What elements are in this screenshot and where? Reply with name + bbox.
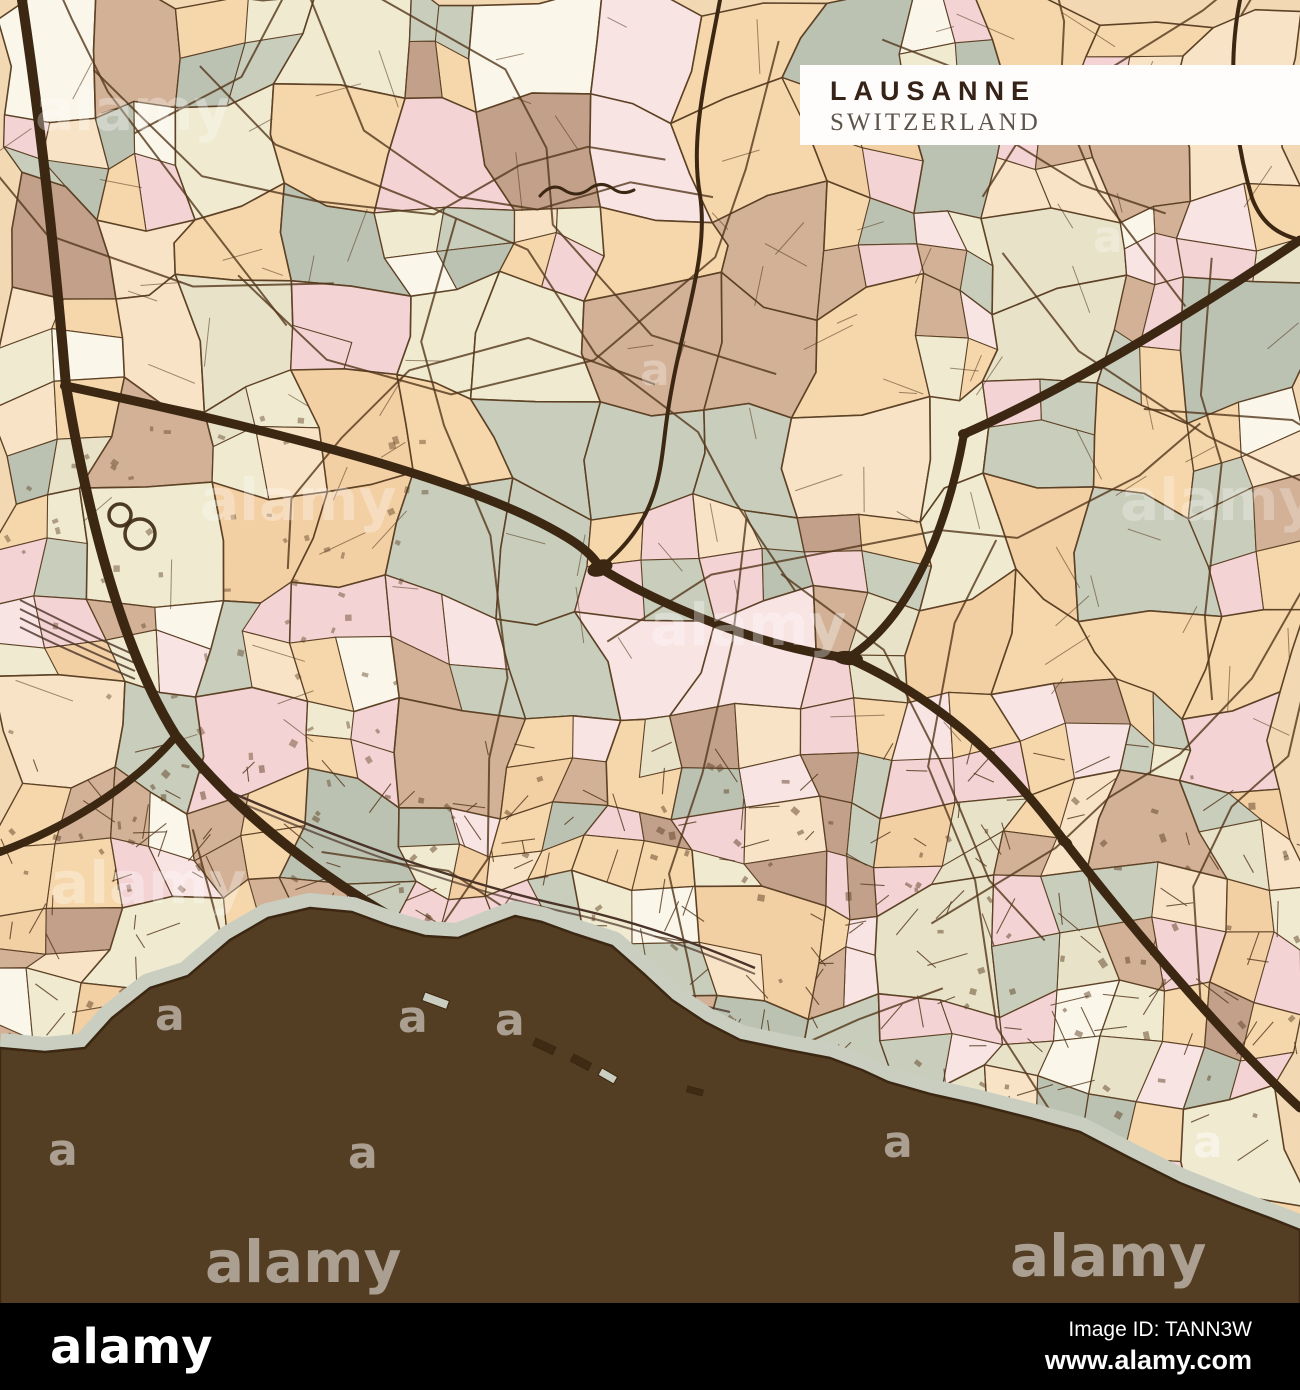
svg-text:alamy: alamy — [35, 76, 231, 144]
svg-text:a: a — [155, 990, 185, 1041]
svg-text:alamy: alamy — [1010, 1222, 1206, 1290]
svg-text:a: a — [640, 345, 670, 396]
svg-text:a: a — [495, 995, 525, 1046]
svg-text:alamy: alamy — [650, 591, 846, 659]
map-title: LAUSANNE — [830, 76, 1037, 106]
svg-text:a: a — [1193, 1117, 1223, 1168]
map-poster: alamyalamyalamyalamyalamyalamyalamyalamy… — [0, 0, 1300, 1390]
svg-text:a: a — [48, 1125, 78, 1176]
svg-text:a: a — [398, 992, 428, 1043]
svg-text:alamy: alamy — [205, 1228, 401, 1296]
footer-bar: alamy Image ID: TANN3W www.alamy.com — [0, 1303, 1300, 1390]
map-subtitle: SWITZERLAND — [830, 108, 1041, 136]
svg-text:a: a — [1093, 212, 1123, 263]
image-id-text: Image ID: TANN3W — [1068, 1317, 1252, 1341]
alamy-logo: alamy — [50, 1318, 213, 1375]
svg-text:alamy: alamy — [200, 466, 396, 534]
svg-text:a: a — [348, 1128, 378, 1179]
svg-text:alamy: alamy — [1120, 466, 1300, 534]
svg-text:a: a — [883, 1117, 913, 1168]
alamy-url: www.alamy.com — [1044, 1344, 1252, 1375]
svg-text:alamy: alamy — [50, 849, 246, 917]
map-artwork: alamyalamyalamyalamyalamyalamyalamyalamy… — [0, 0, 1300, 1390]
title-card: LAUSANNE SWITZERLAND — [800, 65, 1300, 145]
